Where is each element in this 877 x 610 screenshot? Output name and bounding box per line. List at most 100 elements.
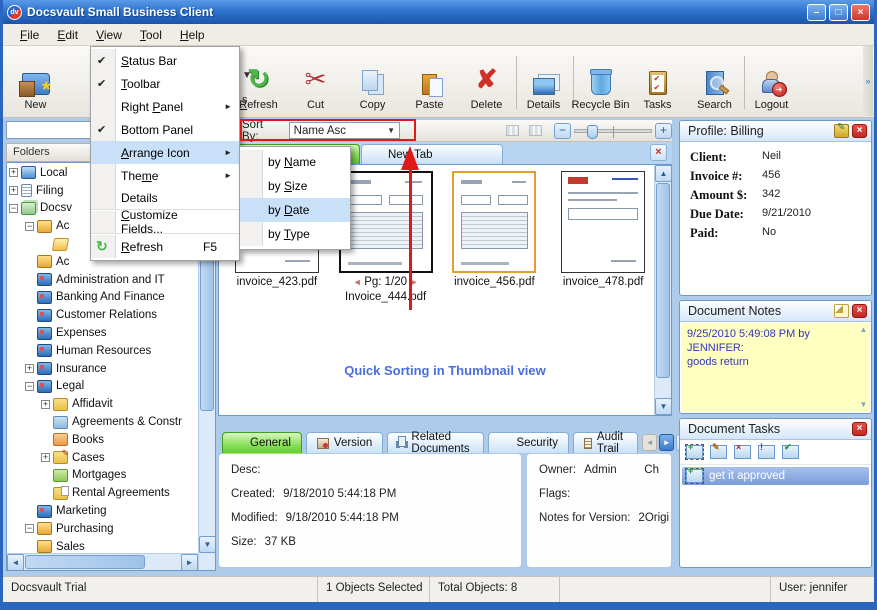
submenu-item[interactable]: by Name bbox=[240, 150, 350, 174]
scroll-left-icon[interactable]: ◄ bbox=[7, 554, 24, 571]
menubar-item[interactable]: Tool bbox=[131, 26, 171, 44]
view-menu-item[interactable]: ✔ Theme bbox=[91, 164, 239, 187]
menubar-item[interactable]: View bbox=[87, 26, 131, 44]
submenu-item[interactable]: by Type bbox=[240, 222, 350, 246]
scroll-up-icon[interactable]: ▲ bbox=[858, 325, 869, 334]
delete-task-icon[interactable] bbox=[734, 445, 751, 459]
properties-tab[interactable]: General bbox=[222, 432, 302, 453]
notes-close-button[interactable]: × bbox=[852, 304, 867, 318]
toolbar-button[interactable]: Copy bbox=[344, 48, 401, 117]
add-task-icon[interactable] bbox=[686, 445, 703, 459]
add-note-icon[interactable] bbox=[834, 304, 849, 318]
tree-item[interactable]: Banking And Finance bbox=[7, 289, 198, 307]
expand-toggle[interactable]: + bbox=[41, 400, 50, 409]
tab-close-button[interactable]: × bbox=[650, 144, 667, 161]
tabs-scroll-left-button[interactable]: ◄ bbox=[642, 434, 657, 451]
expand-toggle[interactable]: − bbox=[25, 382, 34, 391]
menubar-item[interactable]: Help bbox=[171, 26, 214, 44]
tree-item[interactable]: + Cases bbox=[7, 449, 198, 467]
expand-toggle[interactable]: − bbox=[25, 524, 34, 533]
zoom-slider-handle[interactable] bbox=[587, 125, 598, 139]
maximize-button[interactable]: □ bbox=[829, 4, 848, 21]
zoom-out-button[interactable]: − bbox=[554, 123, 571, 139]
expand-toggle[interactable]: + bbox=[41, 453, 50, 462]
tree-item[interactable]: − Purchasing bbox=[7, 520, 198, 538]
toolbar-button[interactable]: Details bbox=[515, 48, 572, 117]
scroll-down-icon[interactable]: ▼ bbox=[655, 398, 672, 415]
tabs-scroll-right-button[interactable]: ► bbox=[659, 434, 674, 451]
properties-tab[interactable]: Version bbox=[306, 432, 383, 453]
tree-item[interactable]: Sales bbox=[7, 538, 198, 553]
scroll-up-icon[interactable]: ▲ bbox=[655, 165, 672, 182]
document-thumbnail[interactable]: invoice_478.pdf bbox=[555, 171, 651, 303]
scroll-right-icon[interactable]: ► bbox=[181, 554, 198, 571]
field-row: Modified: 9/18/2010 5:44:18 PM bbox=[231, 512, 509, 524]
toolbar-button[interactable]: Logout bbox=[743, 48, 800, 117]
document-thumbnail[interactable]: invoice_456.pdf bbox=[447, 171, 543, 303]
thumbnail-view-icon[interactable] bbox=[529, 125, 542, 136]
view-menu-item[interactable]: ✔ Bottom Panel bbox=[91, 118, 239, 141]
view-menu-item[interactable]: ✔ Right Panel bbox=[91, 95, 239, 118]
minimize-button[interactable]: – bbox=[807, 4, 826, 21]
properties-tab[interactable]: Security bbox=[488, 432, 569, 453]
view-menu-item[interactable]: ✔ Details bbox=[91, 187, 239, 210]
tree-item[interactable]: Human Resources bbox=[7, 342, 198, 360]
pane-view-icon[interactable] bbox=[506, 125, 519, 136]
expand-toggle[interactable]: − bbox=[25, 222, 34, 231]
page-navigator[interactable]: Pg: 1/20 bbox=[353, 276, 419, 288]
tree-item[interactable]: Expenses bbox=[7, 324, 198, 342]
tree-item[interactable]: Marketing bbox=[7, 502, 198, 520]
document-thumbnail[interactable]: Pg: 1/20 Invoice_444.pdf bbox=[338, 171, 434, 303]
properties-tab[interactable]: Audit Trail bbox=[573, 432, 638, 453]
tree-item[interactable]: − Legal bbox=[7, 378, 198, 396]
thumbnail-vertical-scrollbar[interactable]: ▲ ▼ bbox=[654, 165, 671, 415]
task-item[interactable]: get it approved bbox=[682, 467, 869, 485]
toolbar-button[interactable]: Paste bbox=[401, 48, 458, 117]
view-menu-item[interactable]: ✔ Toolbar bbox=[91, 72, 239, 95]
sort-by-dropdown[interactable]: Name Asc ▼ bbox=[289, 122, 400, 139]
alert-task-icon[interactable] bbox=[758, 445, 775, 459]
complete-task-icon[interactable] bbox=[782, 445, 799, 459]
tree-item[interactable]: + Affidavit bbox=[7, 395, 198, 413]
menubar-item[interactable]: File bbox=[11, 26, 48, 44]
expand-toggle[interactable]: − bbox=[9, 204, 18, 213]
submenu-item[interactable]: by Date bbox=[240, 198, 350, 222]
menubar-item[interactable]: Edit bbox=[48, 26, 87, 44]
tree-item[interactable]: Rental Agreements bbox=[7, 484, 198, 502]
edit-profile-icon[interactable] bbox=[834, 124, 849, 138]
properties-tab[interactable]: Related Documents bbox=[387, 432, 484, 453]
toolbar-button[interactable]: Search bbox=[686, 48, 743, 117]
zoom-in-button[interactable]: + bbox=[655, 123, 672, 139]
edit-task-icon[interactable] bbox=[710, 445, 727, 459]
tree-item[interactable]: Administration and IT bbox=[7, 271, 198, 289]
view-menu-item[interactable]: ✔ ↻ Refresh F5 bbox=[91, 235, 239, 258]
tasks-close-button[interactable]: × bbox=[852, 422, 867, 436]
covered-toolbar-button[interactable]: ▼ s bbox=[238, 46, 254, 112]
toolbar-button[interactable]: Recycle Bin bbox=[572, 48, 629, 117]
document-tab[interactable]: New Tab bbox=[361, 144, 503, 164]
tree-item[interactable]: Mortgages bbox=[7, 467, 198, 485]
view-menu-item[interactable]: ✔ Status Bar bbox=[91, 49, 239, 72]
toolbar-button[interactable]: New bbox=[7, 48, 64, 117]
view-menu-item[interactable]: ✔ Arrange Icon bbox=[91, 141, 239, 164]
toolbar-overflow-chevron[interactable]: » bbox=[863, 46, 873, 116]
profile-close-button[interactable]: × bbox=[852, 124, 867, 138]
scroll-down-icon[interactable]: ▼ bbox=[199, 536, 216, 553]
tree-item[interactable]: + Insurance bbox=[7, 360, 198, 378]
toolbar-button[interactable]: Cut bbox=[287, 48, 344, 117]
expand-toggle[interactable]: + bbox=[9, 168, 18, 177]
toolbar-button[interactable]: Tasks bbox=[629, 48, 686, 117]
tree-item[interactable]: Agreements & Constr bbox=[7, 413, 198, 431]
submenu-item[interactable]: by Size bbox=[240, 174, 350, 198]
expand-toggle[interactable]: + bbox=[25, 364, 34, 373]
tree-item[interactable]: Books bbox=[7, 431, 198, 449]
note-text[interactable]: 9/25/2010 5:49:08 PM by JENNIFER: goods … bbox=[681, 323, 870, 412]
toolbar-button[interactable]: Delete bbox=[458, 48, 515, 117]
close-button[interactable]: × bbox=[851, 4, 870, 21]
checkmark-icon: ✔ bbox=[97, 77, 106, 90]
tree-item[interactable]: Customer Relations bbox=[7, 306, 198, 324]
tree-horizontal-scrollbar[interactable]: ◄ ► bbox=[7, 553, 198, 570]
view-menu-item[interactable]: ✔ Customize Fields... bbox=[91, 211, 239, 234]
scroll-down-icon[interactable]: ▼ bbox=[858, 400, 869, 409]
expand-toggle[interactable]: + bbox=[9, 186, 18, 195]
